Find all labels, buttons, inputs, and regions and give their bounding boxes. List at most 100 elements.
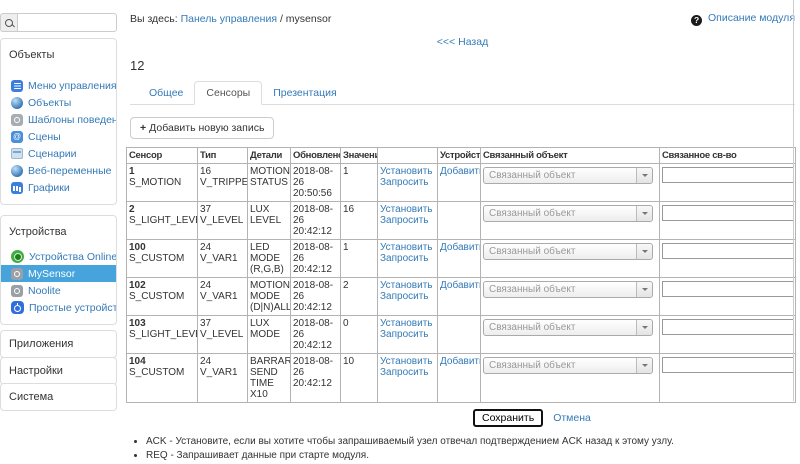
request-link[interactable]: Запросить <box>380 329 435 340</box>
sidebar-item-control-menu[interactable]: Меню управления <box>1 77 116 94</box>
linked-property-input[interactable] <box>662 243 794 259</box>
value-cell: 1 <box>341 164 378 202</box>
sidebar-item-mysensor[interactable]: MySensor <box>1 265 116 282</box>
sidebar-item-objects[interactable]: Объекты <box>1 94 116 111</box>
record-count: 12 <box>130 58 795 73</box>
request-link[interactable]: Запросить <box>380 291 435 302</box>
linked-property-input[interactable] <box>662 281 794 297</box>
tab-general[interactable]: Общее <box>138 82 194 104</box>
type-id: 37 <box>200 318 245 329</box>
sidebar-item-simple-devices[interactable]: Простые устройства <box>1 299 116 316</box>
linked-object-select[interactable]: Связанный объект <box>483 243 653 260</box>
tab-sensors[interactable]: Сенсоры <box>194 81 262 105</box>
linked-object-select[interactable]: Связанный объект <box>483 281 653 298</box>
value-cell: 10 <box>341 354 378 403</box>
module-description-link[interactable]: Описание модуля <box>708 12 795 24</box>
value-cell: 0 <box>341 316 378 354</box>
section-header-system[interactable]: Система <box>1 384 116 410</box>
breadcrumb-link-control-panel[interactable]: Панель управления <box>181 13 277 25</box>
linked-property-input[interactable] <box>662 167 794 183</box>
sidebar-item-charts[interactable]: Графики <box>1 179 116 196</box>
note-ack: ACK - Установите, если вы хотите чтобы з… <box>146 436 795 447</box>
tab-presentation[interactable]: Презентация <box>262 82 347 104</box>
sidebar-section-devices: Устройства Устройства Online MySensor No… <box>0 215 117 325</box>
details-cell: BARRARY SEND TIME X10 <box>248 354 291 403</box>
online-status-icon <box>11 250 24 263</box>
sidebar-item-devices-online[interactable]: Устройства Online <box>1 248 116 265</box>
add-device-link[interactable]: Добавить <box>440 242 478 253</box>
sidebar-item-noolite[interactable]: Noolite <box>1 282 116 299</box>
value-cell: 1 <box>341 240 378 278</box>
globe-icon <box>11 97 23 109</box>
updated-cell: 2018-08-26 20:50:56 <box>291 164 341 202</box>
set-link[interactable]: Установить <box>380 318 435 329</box>
set-link[interactable]: Установить <box>380 204 435 215</box>
sensors-table: Сенсор Тип Детали Обновлено Значение Уст… <box>126 147 796 403</box>
set-link[interactable]: Установить <box>380 166 435 177</box>
type-name: V_TRIPPED <box>200 177 245 188</box>
type-name: V_VAR1 <box>200 291 245 302</box>
chevron-down-icon <box>636 320 652 335</box>
sidebar-item-scenes[interactable]: Сцены <box>1 128 116 145</box>
set-link[interactable]: Установить <box>380 242 435 253</box>
sidebar-item-scenarios[interactable]: Сценарии <box>1 145 116 162</box>
plus-icon: + <box>140 122 146 134</box>
save-button[interactable]: Сохранить <box>473 409 543 427</box>
sensor-type: S_CUSTOM <box>129 253 195 264</box>
add-device-link[interactable]: Добавить <box>440 356 478 367</box>
type-name: V_VAR1 <box>200 367 245 378</box>
sensor-id: 100 <box>129 242 195 253</box>
section-header-objects[interactable]: Объекты <box>1 39 116 69</box>
menu-icon <box>11 80 23 92</box>
charts-icon <box>11 182 23 194</box>
set-link[interactable]: Установить <box>380 280 435 291</box>
linked-object-select[interactable]: Связанный объект <box>483 357 653 374</box>
question-icon <box>691 15 702 26</box>
cancel-link[interactable]: Отмена <box>553 412 591 424</box>
table-row: 1S_MOTION 16V_TRIPPED MOTION STATUS 2018… <box>127 164 796 202</box>
module-icon <box>11 268 23 280</box>
details-cell: LUX MODE <box>248 316 291 354</box>
type-id: 24 <box>200 356 245 367</box>
section-header-devices[interactable]: Устройства <box>1 216 116 246</box>
search-input[interactable] <box>17 13 117 32</box>
table-row: 2S_LIGHT_LEVEL 37V_LEVEL LUX LEVEL 2018-… <box>127 202 796 240</box>
request-link[interactable]: Запросить <box>380 253 435 264</box>
search-icon <box>5 19 13 27</box>
behavior-templates-icon <box>11 114 23 126</box>
search-addon <box>0 13 17 32</box>
add-device-link[interactable]: Добавить <box>440 280 478 291</box>
details-cell: MOTION STATUS <box>248 164 291 202</box>
updated-cell: 2018-08-26 20:42:12 <box>291 316 341 354</box>
sidebar-item-behavior-templates[interactable]: Шаблоны поведения <box>1 111 116 128</box>
add-device-link[interactable]: Добавить <box>440 166 478 177</box>
back-link[interactable]: <<< Назад <box>437 36 488 48</box>
linked-property-input[interactable] <box>662 357 794 373</box>
chevron-down-icon <box>636 168 652 183</box>
add-record-button[interactable]: +Добавить новую запись <box>130 117 274 139</box>
section-header-settings[interactable]: Настройки <box>1 358 116 384</box>
linked-object-select[interactable]: Связанный объект <box>483 167 653 184</box>
main-content: Вы здесь: Панель управления / mysensor О… <box>130 0 795 464</box>
sidebar-item-web-variables[interactable]: Веб-переменные <box>1 162 116 179</box>
type-name: V_VAR1 <box>200 253 245 264</box>
request-link[interactable]: Запросить <box>380 215 435 226</box>
sidebar-section-applications: Приложения <box>0 330 117 358</box>
linked-object-select[interactable]: Связанный объект <box>483 205 653 222</box>
linked-object-select[interactable]: Связанный объект <box>483 319 653 336</box>
request-link[interactable]: Запросить <box>380 367 435 378</box>
table-row: 104S_CUSTOM 24V_VAR1 BARRARY SEND TIME X… <box>127 354 796 403</box>
web-variables-icon <box>11 165 23 177</box>
scenarios-icon <box>11 148 23 159</box>
set-link[interactable]: Установить <box>380 356 435 367</box>
updated-cell: 2018-08-26 20:42:12 <box>291 202 341 240</box>
table-row: 103S_LIGHT_LEVEL 37V_LEVEL LUX MODE 2018… <box>127 316 796 354</box>
breadcrumb-prefix: Вы здесь: <box>130 13 178 25</box>
col-actions <box>378 148 438 164</box>
linked-property-input[interactable] <box>662 319 794 335</box>
linked-property-input[interactable] <box>662 205 794 221</box>
request-link[interactable]: Запросить <box>380 177 435 188</box>
section-header-applications[interactable]: Приложения <box>1 331 116 357</box>
sidebar-section-objects: Объекты Меню управления Объекты Шаблоны … <box>0 38 117 205</box>
type-name: V_LEVEL <box>200 329 245 340</box>
